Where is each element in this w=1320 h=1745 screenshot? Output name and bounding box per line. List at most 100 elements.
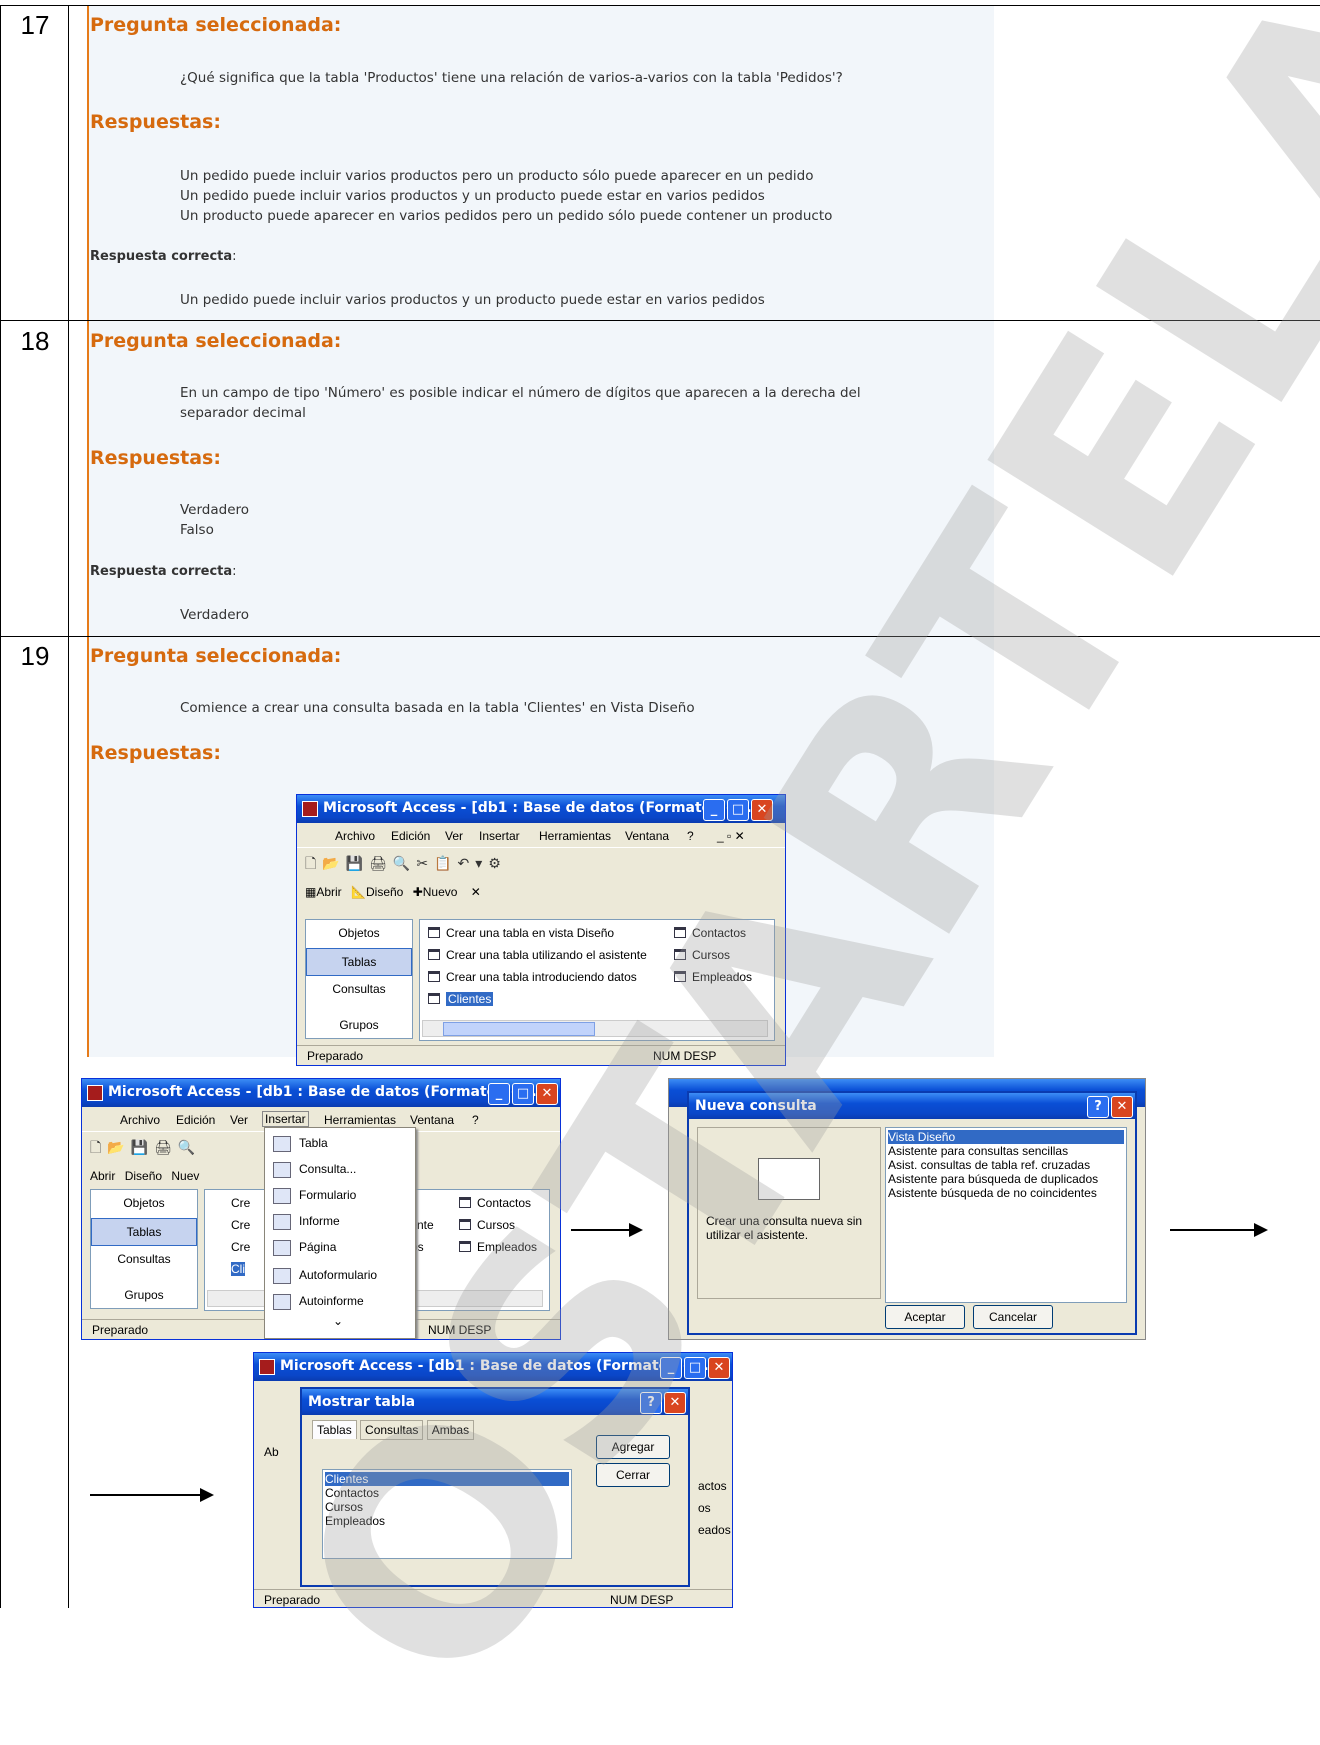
close-dialog-button[interactable]: Cerrar — [596, 1463, 670, 1487]
list-item[interactable]: Contactos — [674, 926, 746, 940]
new-button[interactable]: Nuev — [171, 1169, 199, 1183]
toolbar-icons[interactable]: 🗋📂💾🖨🔍✂📋↶▾⚙ — [305, 853, 507, 877]
groups-header[interactable]: Grupos — [91, 1282, 197, 1308]
horizontal-scrollbar[interactable] — [422, 1020, 768, 1037]
list-item[interactable]: Crear una tabla en vista Diseño — [428, 926, 614, 940]
list-item[interactable]: Cursos — [674, 948, 730, 962]
menu-ventana[interactable]: Ventana — [625, 829, 669, 843]
question-text: separador decimal — [180, 405, 306, 421]
list-item[interactable]: Asistente para consultas sencillas — [888, 1144, 1068, 1158]
tables-item[interactable]: Tablas — [306, 948, 412, 976]
menu-archivo[interactable]: Archivo — [120, 1113, 160, 1127]
design-button[interactable]: Diseño — [366, 885, 403, 899]
tables-item[interactable]: Tablas — [91, 1218, 197, 1246]
tab-ambas[interactable]: Ambas — [426, 1420, 475, 1440]
menu-item-autoformulario[interactable]: Autoformulario — [299, 1268, 377, 1282]
menu-edicion[interactable]: Edición — [391, 829, 430, 843]
menu-item-consulta[interactable]: Consulta... — [299, 1162, 356, 1176]
menu-item-pagina[interactable]: Página — [299, 1240, 336, 1254]
dialog-title-bar: Mostrar tabla ? ✕ — [302, 1389, 688, 1415]
list-item[interactable]: os — [698, 1501, 711, 1515]
help-button[interactable]: ? — [640, 1392, 662, 1414]
list-item[interactable]: Cre — [231, 1240, 250, 1254]
question-text: ¿Qué significa que la tabla 'Productos' … — [180, 70, 843, 86]
maximize-button[interactable]: □ — [512, 1083, 534, 1105]
list-item[interactable]: Asist. consultas de tabla ref. cruzadas — [888, 1158, 1090, 1172]
menu-herramientas[interactable]: Herramientas — [324, 1113, 396, 1127]
close-button[interactable]: ✕ — [708, 1357, 730, 1379]
list-item[interactable]: Cursos — [325, 1500, 363, 1514]
list-item[interactable]: Clientes — [428, 992, 494, 1006]
table-border-left — [0, 5, 1, 1608]
preview-panel: Crear una consulta nueva sin utilizar el… — [697, 1127, 881, 1299]
menu-ver[interactable]: Ver — [230, 1113, 248, 1127]
status-bar: Preparado NUM DESP — [254, 1589, 732, 1607]
add-button[interactable]: Agregar — [596, 1435, 670, 1459]
menu-help[interactable]: ? — [472, 1113, 479, 1127]
list-item[interactable]: Crear una tabla introduciendo datos — [428, 970, 637, 984]
list-item[interactable]: Empleados — [459, 1240, 537, 1254]
help-button[interactable]: ? — [1087, 1096, 1109, 1118]
column-divider — [68, 5, 69, 1608]
menu-ventana[interactable]: Ventana — [410, 1113, 454, 1127]
list-item[interactable]: Cli — [231, 1262, 245, 1276]
toolbar-icons[interactable]: 🗋📂💾🖨🔍 — [90, 1137, 201, 1161]
menu-herramientas[interactable]: Herramientas — [539, 829, 611, 843]
expand-menu-icon[interactable]: ⌄ — [333, 1314, 343, 1328]
access-icon — [259, 1359, 275, 1375]
menu-item-informe[interactable]: Informe — [299, 1214, 340, 1228]
answer-option: Un pedido puede incluir varios productos… — [180, 168, 814, 184]
design-button[interactable]: Diseño — [125, 1169, 162, 1183]
close-button[interactable]: ✕ — [664, 1392, 686, 1414]
list-item[interactable]: Contactos — [325, 1486, 379, 1500]
list-item[interactable]: Contactos — [459, 1196, 531, 1210]
groups-header[interactable]: Grupos — [306, 1012, 412, 1038]
list-item[interactable]: Crear una tabla utilizando el asistente — [428, 948, 647, 962]
menu-item-tabla[interactable]: Tabla — [299, 1136, 328, 1150]
open-button[interactable]: Abrir — [90, 1169, 115, 1183]
open-button[interactable]: Abrir — [316, 885, 341, 899]
design-icon: 📐 — [351, 885, 366, 899]
maximize-button[interactable]: □ — [727, 799, 749, 821]
menu-insertar[interactable]: Insertar — [479, 829, 520, 843]
new-button[interactable]: Nuevo — [423, 885, 458, 899]
close-button[interactable]: ✕ — [536, 1083, 558, 1105]
cancel-button[interactable]: Cancelar — [973, 1305, 1053, 1329]
status-text: Preparado — [92, 1323, 149, 1337]
maximize-button[interactable]: □ — [684, 1357, 706, 1379]
access-window-background: Nueva consulta ? ✕ Crear una consulta nu… — [668, 1078, 1146, 1340]
list-item[interactable]: eados — [698, 1523, 731, 1537]
menu-edicion[interactable]: Edición — [176, 1113, 215, 1127]
close-button[interactable]: ✕ — [1111, 1096, 1133, 1118]
close-button[interactable]: ✕ — [751, 799, 773, 821]
queries-item[interactable]: Consultas — [91, 1246, 197, 1272]
minimize-button[interactable]: _ — [660, 1357, 682, 1379]
menu-ver[interactable]: Ver — [445, 829, 463, 843]
menu-insertar[interactable]: Insertar — [262, 1111, 309, 1127]
mdi-controls[interactable]: _ ▫ ✕ — [717, 829, 745, 843]
menu-item-formulario[interactable]: Formulario — [299, 1188, 356, 1202]
tab-tablas[interactable]: Tablas — [312, 1420, 357, 1439]
list-item[interactable]: Asistente búsqueda de no coincidentes — [888, 1186, 1097, 1200]
list-item[interactable]: Cre — [231, 1218, 250, 1232]
delete-icon[interactable]: ✕ — [471, 885, 481, 899]
list-item[interactable]: Empleados — [325, 1514, 385, 1528]
list-item[interactable]: Empleados — [674, 970, 752, 984]
list-item[interactable]: Cre — [231, 1196, 250, 1210]
objects-header[interactable]: Objetos — [91, 1190, 197, 1216]
queries-item[interactable]: Consultas — [306, 976, 412, 1002]
open-button[interactable]: Ab — [264, 1445, 279, 1459]
tab-consultas[interactable]: Consultas — [360, 1420, 424, 1440]
minimize-button[interactable]: _ — [488, 1083, 510, 1105]
objects-header[interactable]: Objetos — [306, 920, 412, 946]
list-item[interactable]: Clientes — [325, 1472, 569, 1486]
ok-button[interactable]: Aceptar — [885, 1305, 965, 1329]
list-item[interactable]: Cursos — [459, 1218, 515, 1232]
menu-archivo[interactable]: Archivo — [335, 829, 375, 843]
minimize-button[interactable]: _ — [703, 799, 725, 821]
list-item[interactable]: Vista Diseño — [888, 1130, 1124, 1144]
list-item[interactable]: Asistente para búsqueda de duplicados — [888, 1172, 1098, 1186]
menu-help[interactable]: ? — [687, 829, 694, 843]
menu-item-autoinforme[interactable]: Autoinforme — [299, 1294, 364, 1308]
list-item[interactable]: actos — [698, 1479, 727, 1493]
